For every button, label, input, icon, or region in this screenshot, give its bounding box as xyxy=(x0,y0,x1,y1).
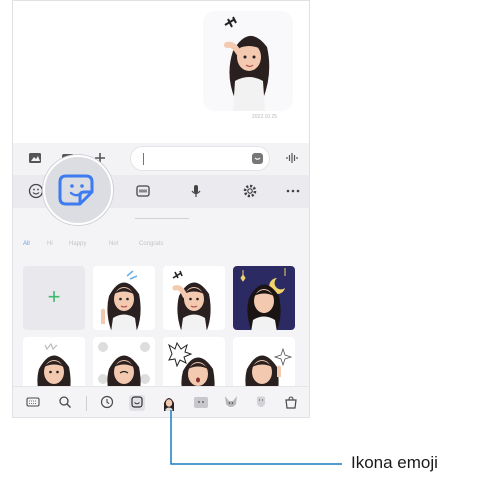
tabs-divider xyxy=(86,396,87,411)
add-sticker-button[interactable]: + xyxy=(23,266,85,330)
sticker-night[interactable] xyxy=(233,266,295,330)
plus-icon: + xyxy=(47,284,61,309)
keyboard-icon[interactable] xyxy=(25,395,41,411)
search-icon[interactable] xyxy=(57,395,73,411)
sticker-icon-magnifier[interactable] xyxy=(43,155,113,225)
sticker-icon xyxy=(58,170,98,215)
sticker-salute[interactable] xyxy=(163,266,225,330)
sticker-icon[interactable] xyxy=(129,395,145,411)
sticker-wave[interactable] xyxy=(93,266,155,330)
animal-icon[interactable] xyxy=(223,395,239,411)
callout-label: Ikona emoji xyxy=(351,453,438,472)
mask-icon[interactable] xyxy=(253,395,269,411)
emoji-face-icon[interactable] xyxy=(193,395,209,411)
store-icon[interactable] xyxy=(283,395,299,411)
recent-icon[interactable] xyxy=(99,395,115,411)
ar-emoji-icon[interactable] xyxy=(161,395,177,411)
emoji-panel-tabs xyxy=(13,386,309,417)
